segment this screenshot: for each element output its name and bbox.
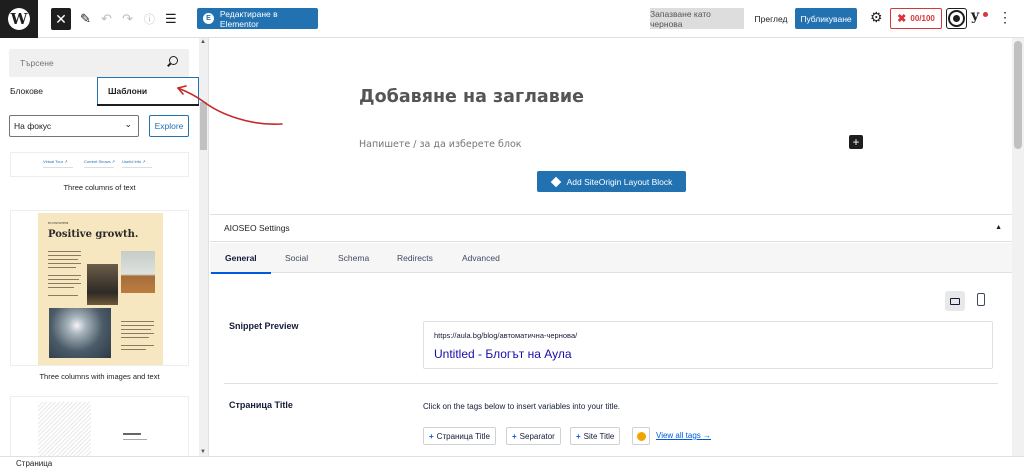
pattern-preview-image — [38, 402, 91, 456]
list-view-icon[interactable]: ☰ — [165, 8, 177, 30]
plus-icon: + — [429, 431, 434, 441]
collapse-caret-icon[interactable]: ▲ — [995, 224, 1002, 231]
pattern-label: Three columns of text — [63, 183, 136, 192]
emoji-picker-button[interactable] — [632, 427, 650, 445]
pattern-headline: Positive growth. — [48, 229, 139, 240]
scrollbar-thumb[interactable] — [1014, 41, 1022, 149]
inserter-search — [9, 49, 189, 77]
pattern-category-select[interactable]: На фокус ⌄ — [9, 115, 139, 137]
tab-social[interactable]: Social — [285, 243, 308, 273]
tag-site-title-button[interactable]: + Site Title — [570, 427, 621, 445]
tab-advanced[interactable]: Advanced — [462, 243, 500, 273]
pattern-three-columns-images-text[interactable]: ECOSYSTEM Positive growth. — [10, 210, 189, 366]
aioseo-icon[interactable] — [946, 8, 967, 29]
pattern-col-heading: Current Shows ↗ — [84, 159, 115, 164]
add-block-icon[interactable]: + — [849, 135, 863, 149]
pattern-col-heading: Virtual Tour ↗ — [43, 159, 68, 164]
block-appender[interactable]: Напишете / за да изберете блок — [359, 139, 522, 150]
more-options-icon[interactable]: ⋮ — [998, 9, 1012, 26]
annotation-arrow-icon — [177, 85, 283, 125]
details-info-icon[interactable]: ⓘ — [144, 8, 155, 30]
tag-separator-button[interactable]: + Separator — [506, 427, 561, 445]
sunrise-photo — [49, 308, 111, 358]
snippet-url: https://aula.bg/blog/автоматична-чернова… — [434, 331, 578, 340]
search-input[interactable] — [9, 49, 159, 77]
settings-gear-icon[interactable]: ⚙ — [870, 9, 883, 26]
snippet-title: Untitled - Блогът на Аула — [434, 347, 572, 361]
undo-icon[interactable]: ↶ — [101, 8, 112, 30]
pattern-text-line — [43, 167, 73, 168]
pattern-preview-image: ECOSYSTEM Positive growth. — [38, 213, 163, 365]
main-scrollbar[interactable] — [1012, 38, 1024, 456]
tab-schema[interactable]: Schema — [338, 243, 369, 273]
snippet-preview-label: Snippet Preview — [229, 321, 299, 331]
breadcrumb: Страница — [0, 456, 1024, 470]
close-inserter-button[interactable]: ✕ — [51, 8, 71, 30]
aioseo-tabs: General Social Schema Redirects Advanced — [210, 243, 1012, 274]
preview-button[interactable]: Преглед — [754, 8, 788, 29]
seo-score-button[interactable]: ✖ 00/100 — [890, 8, 942, 29]
pattern-text-line — [122, 167, 152, 168]
chevron-down-icon: ⌄ — [124, 119, 132, 129]
mobile-preview-icon[interactable] — [977, 293, 985, 306]
plus-icon: + — [512, 431, 517, 441]
edit-with-elementor-button[interactable]: E Редактиране в Elementor — [197, 8, 318, 29]
plus-icon: + — [576, 431, 581, 441]
save-draft-button[interactable]: Запазване като чернова — [650, 8, 744, 29]
forest-photo — [87, 264, 118, 305]
tab-blocks[interactable]: Блокове — [10, 77, 43, 105]
search-icon[interactable] — [169, 56, 178, 65]
add-siteorigin-layout-button[interactable]: Add SiteOrigin Layout Block — [537, 171, 686, 192]
title-hint: Click on the tags below to insert variab… — [423, 402, 620, 411]
pattern-text-line — [84, 167, 114, 168]
editor-canvas: Добавяне на заглавие Напишете / за да из… — [210, 38, 1012, 214]
emoji-icon — [636, 431, 646, 441]
tab-redirects[interactable]: Redirects — [397, 243, 433, 273]
tag-page-title-button[interactable]: + Страница Title — [423, 427, 496, 445]
scroll-up-icon[interactable]: ▲ — [200, 39, 206, 45]
pencil-tools-icon[interactable]: ✎ — [80, 8, 91, 30]
elementor-icon: E — [203, 13, 214, 24]
tab-general[interactable]: General — [211, 243, 271, 274]
page-title-label: Страница Title — [229, 400, 293, 410]
view-all-tags-link[interactable]: View all tags → — [656, 431, 711, 440]
pattern-col-heading: Useful Info ↗ — [122, 159, 146, 164]
editor-toolbar: W ✕ ✎ ↶ ↷ ⓘ ☰ E Редактиране в Elementor … — [0, 0, 1024, 38]
desktop-preview-icon[interactable] — [945, 291, 965, 311]
post-title-input[interactable]: Добавяне на заглавие — [359, 87, 584, 107]
wordpress-logo-icon[interactable]: W — [0, 0, 38, 38]
pattern-waves[interactable] — [10, 396, 189, 456]
redo-icon[interactable]: ↷ — [122, 8, 133, 30]
layers-icon — [550, 176, 561, 187]
pattern-label: Three columns with images and text — [39, 372, 160, 381]
aioseo-panel-header[interactable]: AIOSEO Settings ▲ — [210, 215, 1012, 242]
pattern-kicker: ECOSYSTEM — [48, 221, 69, 225]
wind-turbine-photo — [121, 251, 155, 293]
aioseo-settings-panel: AIOSEO Settings ▲ General Social Schema … — [210, 214, 1012, 456]
breadcrumb-item[interactable]: Страница — [16, 459, 52, 468]
publish-button[interactable]: Публикуване — [795, 8, 857, 29]
yoast-icon[interactable]: y — [971, 8, 988, 24]
scroll-down-icon[interactable]: ▼ — [200, 449, 206, 455]
pattern-three-columns-text[interactable]: Virtual Tour ↗ Current Shows ↗ Useful In… — [10, 152, 189, 177]
seo-score-icon: ✖ — [897, 13, 907, 25]
snippet-preview: https://aula.bg/blog/автоматична-чернова… — [423, 321, 993, 369]
divider — [224, 383, 998, 384]
